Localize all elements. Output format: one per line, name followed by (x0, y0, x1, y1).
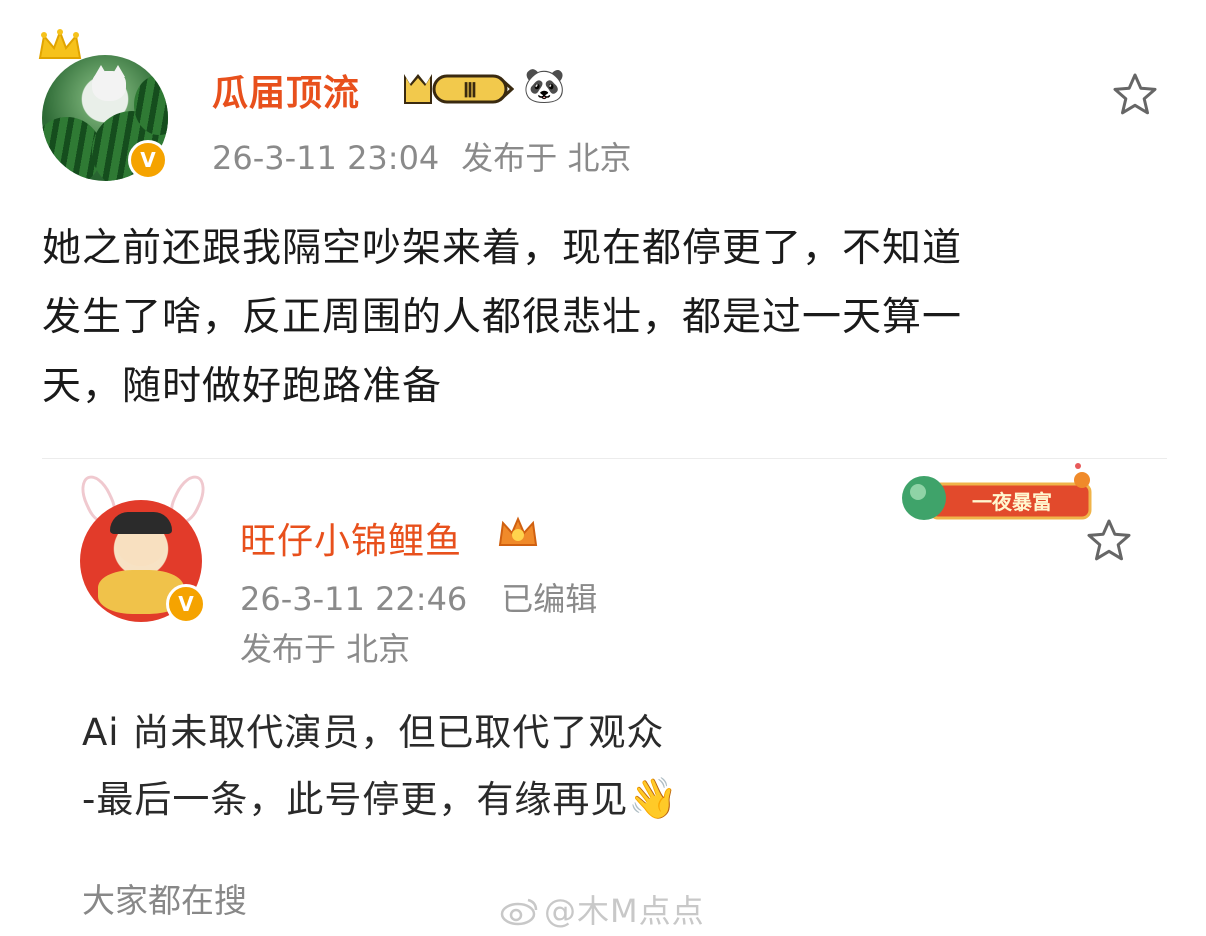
edited-label[interactable]: 已编辑 (501, 580, 597, 618)
weibo-logo-icon (500, 898, 538, 926)
quoted-meta: 26-3-11 22:46 已编辑 (240, 574, 597, 620)
quoted-body-line: -最后一条，此号停更，有缘再见👋 (82, 776, 680, 822)
trending-search-label[interactable]: 大家都在搜 (82, 874, 247, 922)
verified-badge-icon: V (128, 140, 168, 180)
panda-emoji-icon: 🐼 (523, 66, 566, 106)
favorite-star-icon[interactable] (1086, 518, 1132, 564)
crown-badge-icon (498, 516, 538, 546)
vip-level-badge-icon: Ⅲ (404, 74, 514, 104)
author-name[interactable]: 瓜届顶流 (212, 64, 360, 116)
post-body-line: 她之前还跟我隔空吵架来着，现在都停更了，不知道 (42, 226, 963, 271)
post-body: 她之前还跟我隔空吵架来着，现在都停更了，不知道 发生了啥，反正周围的人都很悲壮，… (42, 214, 1172, 421)
quoted-author-name[interactable]: 旺仔小锦鲤鱼 (240, 512, 462, 564)
vip-level-text: Ⅲ (463, 80, 477, 102)
fortune-banner-badge: 一夜暴富 (902, 463, 1092, 520)
post-body-line: 天，随时做好跑路准备 (42, 364, 443, 409)
quoted-location: 发布于 北京 (240, 630, 411, 668)
post-location: 发布于 北京 (461, 139, 632, 177)
quoted-body: Ai 尚未取代演员，但已取代了观众 -最后一条，此号停更，有缘再见👋 (82, 700, 982, 833)
watermark: @木M点点 (500, 886, 705, 932)
post-timestamp: 26-3-11 23:04 (212, 139, 440, 177)
crown-icon (38, 29, 82, 59)
post-meta: 26-3-11 23:04 发布于 北京 (212, 133, 631, 179)
banner-text: 一夜暴富 (972, 490, 1052, 514)
post-body-line: 发生了啥，反正周围的人都很悲壮，都是过一天算一 (42, 295, 963, 340)
watermark-text: @木M点点 (544, 892, 705, 930)
quoted-timestamp: 26-3-11 22:46 (240, 580, 468, 618)
quoted-body-line: Ai 尚未取代演员，但已取代了观众 (82, 711, 665, 754)
waving-hand-emoji-icon: 👋 (628, 776, 680, 822)
verified-badge-icon: V (166, 584, 206, 624)
favorite-star-icon[interactable] (1112, 72, 1158, 118)
